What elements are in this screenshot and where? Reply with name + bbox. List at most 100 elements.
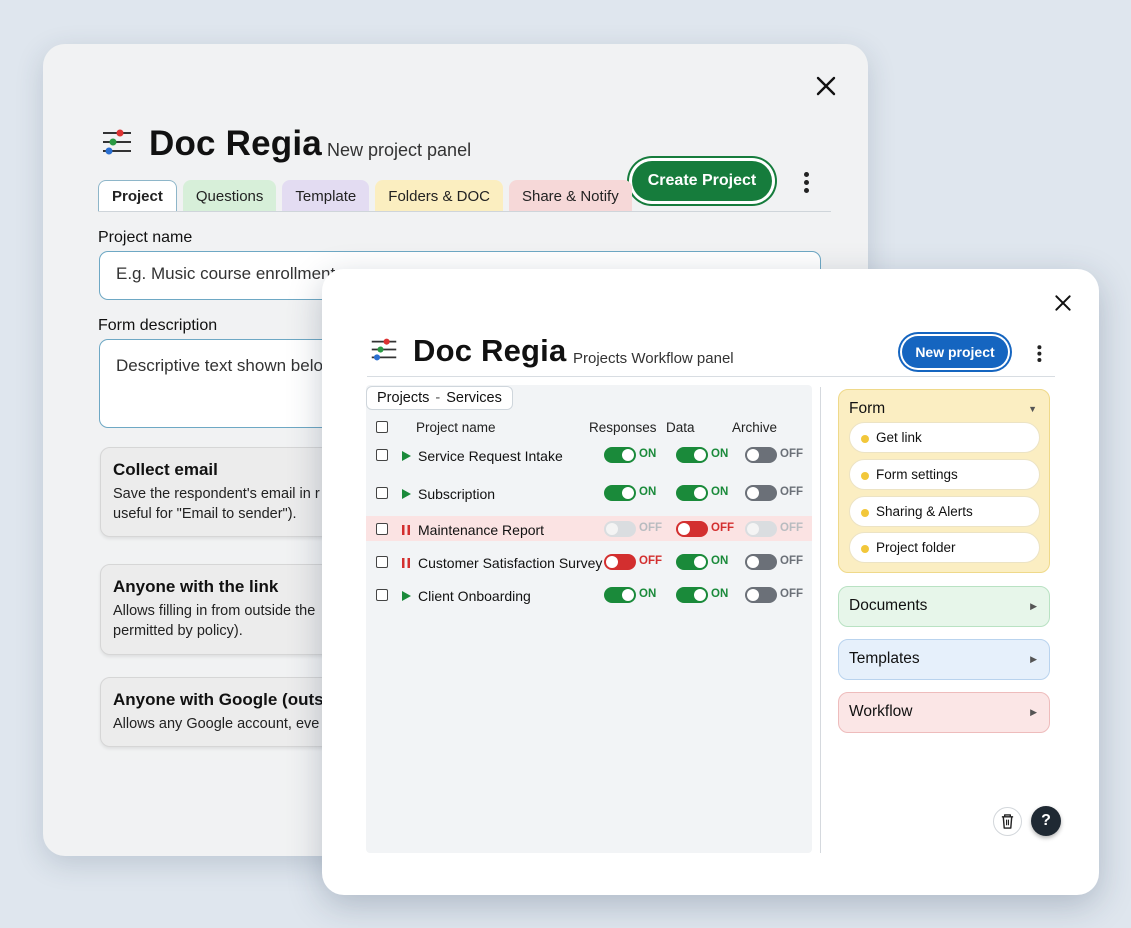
- responses-toggle-label: ON: [639, 486, 657, 498]
- data-toggle[interactable]: [676, 554, 708, 570]
- archive-toggle-label: OFF: [780, 588, 803, 600]
- data-toggle-label: ON: [711, 588, 729, 600]
- toggle-knob: [622, 449, 634, 461]
- toggle-knob: [694, 449, 706, 461]
- data-toggle-label: ON: [711, 486, 729, 498]
- new-project-button[interactable]: New project: [902, 336, 1008, 368]
- form-item-project-folder[interactable]: Project folder: [849, 532, 1040, 563]
- documents-section[interactable]: Documents ▶: [838, 586, 1050, 627]
- responses-toggle[interactable]: [604, 447, 636, 463]
- archive-toggle[interactable]: [745, 447, 777, 463]
- close-icon[interactable]: [814, 74, 838, 98]
- row-checkbox[interactable]: [376, 523, 388, 535]
- create-project-button[interactable]: Create Project: [632, 161, 772, 201]
- form-item-sharing-alerts[interactable]: Sharing & Alerts: [849, 496, 1040, 527]
- responses-toggle[interactable]: [604, 554, 636, 570]
- play-icon[interactable]: [400, 590, 412, 602]
- data-toggle-label: ON: [711, 555, 729, 567]
- responses-toggle-label: ON: [639, 588, 657, 600]
- tab-folders-doc[interactable]: Folders & DOC: [375, 180, 503, 212]
- toggle-knob: [622, 487, 634, 499]
- archive-toggle-label: OFF: [780, 486, 803, 498]
- bullet-icon: [861, 545, 869, 553]
- help-button[interactable]: ?: [1031, 806, 1061, 836]
- projects-workflow-panel: Doc Regia Projects Workflow panel New pr…: [322, 269, 1099, 895]
- bullet-icon: [861, 472, 869, 480]
- templates-section[interactable]: Templates ▶: [838, 639, 1050, 680]
- trash-icon[interactable]: [993, 807, 1022, 836]
- caret-right-icon: ▶: [1030, 654, 1037, 664]
- caret-right-icon: ▶: [1030, 707, 1037, 717]
- column-project-name: Project name: [416, 420, 496, 435]
- row-checkbox[interactable]: [376, 556, 388, 568]
- column-responses: Responses: [589, 420, 657, 435]
- toggle-knob: [747, 523, 759, 535]
- templates-section-title: Templates: [849, 650, 920, 667]
- form-item-label: Project folder: [876, 540, 956, 555]
- toggle-knob: [694, 589, 706, 601]
- row-checkbox[interactable]: [376, 487, 388, 499]
- toggle-knob: [606, 556, 618, 568]
- toggle-knob: [694, 487, 706, 499]
- breadcrumb-current[interactable]: Services: [446, 390, 502, 406]
- caret-down-icon[interactable]: ▼: [1028, 404, 1037, 414]
- tab-share-notify[interactable]: Share & Notify: [508, 180, 632, 212]
- data-toggle[interactable]: [676, 447, 708, 463]
- more-options-icon[interactable]: [799, 170, 813, 196]
- toggle-knob: [694, 556, 706, 568]
- project-name[interactable]: Subscription: [418, 486, 495, 502]
- toggle-knob: [747, 556, 759, 568]
- tab-template[interactable]: Template: [282, 180, 370, 212]
- data-toggle[interactable]: [676, 521, 708, 537]
- responses-toggle[interactable]: [604, 521, 636, 537]
- close-icon[interactable]: [1053, 293, 1073, 313]
- archive-toggle-label: OFF: [780, 448, 803, 460]
- data-toggle[interactable]: [676, 485, 708, 501]
- column-archive: Archive: [732, 420, 778, 435]
- row-checkbox[interactable]: [376, 589, 388, 601]
- project-name[interactable]: Customer Satisfaction Survey: [418, 555, 602, 571]
- column-data: Data: [666, 420, 695, 435]
- vertical-divider: [820, 387, 821, 853]
- tab-questions[interactable]: Questions: [182, 180, 277, 212]
- archive-toggle[interactable]: [745, 554, 777, 570]
- play-icon[interactable]: [400, 488, 412, 500]
- responses-toggle[interactable]: [604, 485, 636, 501]
- form-description-label: Form description: [98, 317, 218, 334]
- breadcrumb-root[interactable]: Projects: [377, 390, 429, 406]
- project-name[interactable]: Maintenance Report: [418, 522, 544, 538]
- toggle-knob: [747, 487, 759, 499]
- workflow-section[interactable]: Workflow ▶: [838, 692, 1050, 733]
- play-icon[interactable]: [400, 450, 412, 462]
- form-item-label: Form settings: [876, 467, 958, 482]
- responses-toggle[interactable]: [604, 587, 636, 603]
- data-toggle[interactable]: [676, 587, 708, 603]
- project-name[interactable]: Client Onboarding: [418, 588, 531, 604]
- form-section: Form ▼ Get link Form settings Sharing & …: [838, 389, 1050, 573]
- pause-icon[interactable]: [400, 524, 412, 536]
- archive-toggle[interactable]: [745, 521, 777, 537]
- form-item-label: Get link: [876, 430, 922, 445]
- more-options-icon[interactable]: [1033, 344, 1044, 365]
- archive-toggle-label: OFF: [780, 555, 803, 567]
- project-name-label: Project name: [98, 229, 193, 246]
- row-checkbox[interactable]: [376, 449, 388, 461]
- form-item-get-link[interactable]: Get link: [849, 422, 1040, 453]
- form-section-title[interactable]: Form: [849, 400, 885, 418]
- responses-toggle-label: OFF: [639, 555, 662, 567]
- archive-toggle[interactable]: [745, 485, 777, 501]
- pause-icon[interactable]: [400, 557, 412, 569]
- form-item-form-settings[interactable]: Form settings: [849, 459, 1040, 490]
- breadcrumb[interactable]: Projects - Services: [366, 386, 513, 410]
- responses-toggle-label: ON: [639, 448, 657, 460]
- breadcrumb-separator: -: [435, 390, 441, 406]
- select-all-checkbox[interactable]: [376, 421, 388, 433]
- toggle-knob: [678, 523, 690, 535]
- sliders-icon: [371, 338, 397, 361]
- project-name[interactable]: Service Request Intake: [418, 448, 563, 464]
- tabs-divider: [98, 211, 831, 212]
- archive-toggle[interactable]: [745, 587, 777, 603]
- tab-project[interactable]: Project: [98, 180, 177, 212]
- bullet-icon: [861, 435, 869, 443]
- panel-subtitle: Projects Workflow panel: [573, 350, 734, 367]
